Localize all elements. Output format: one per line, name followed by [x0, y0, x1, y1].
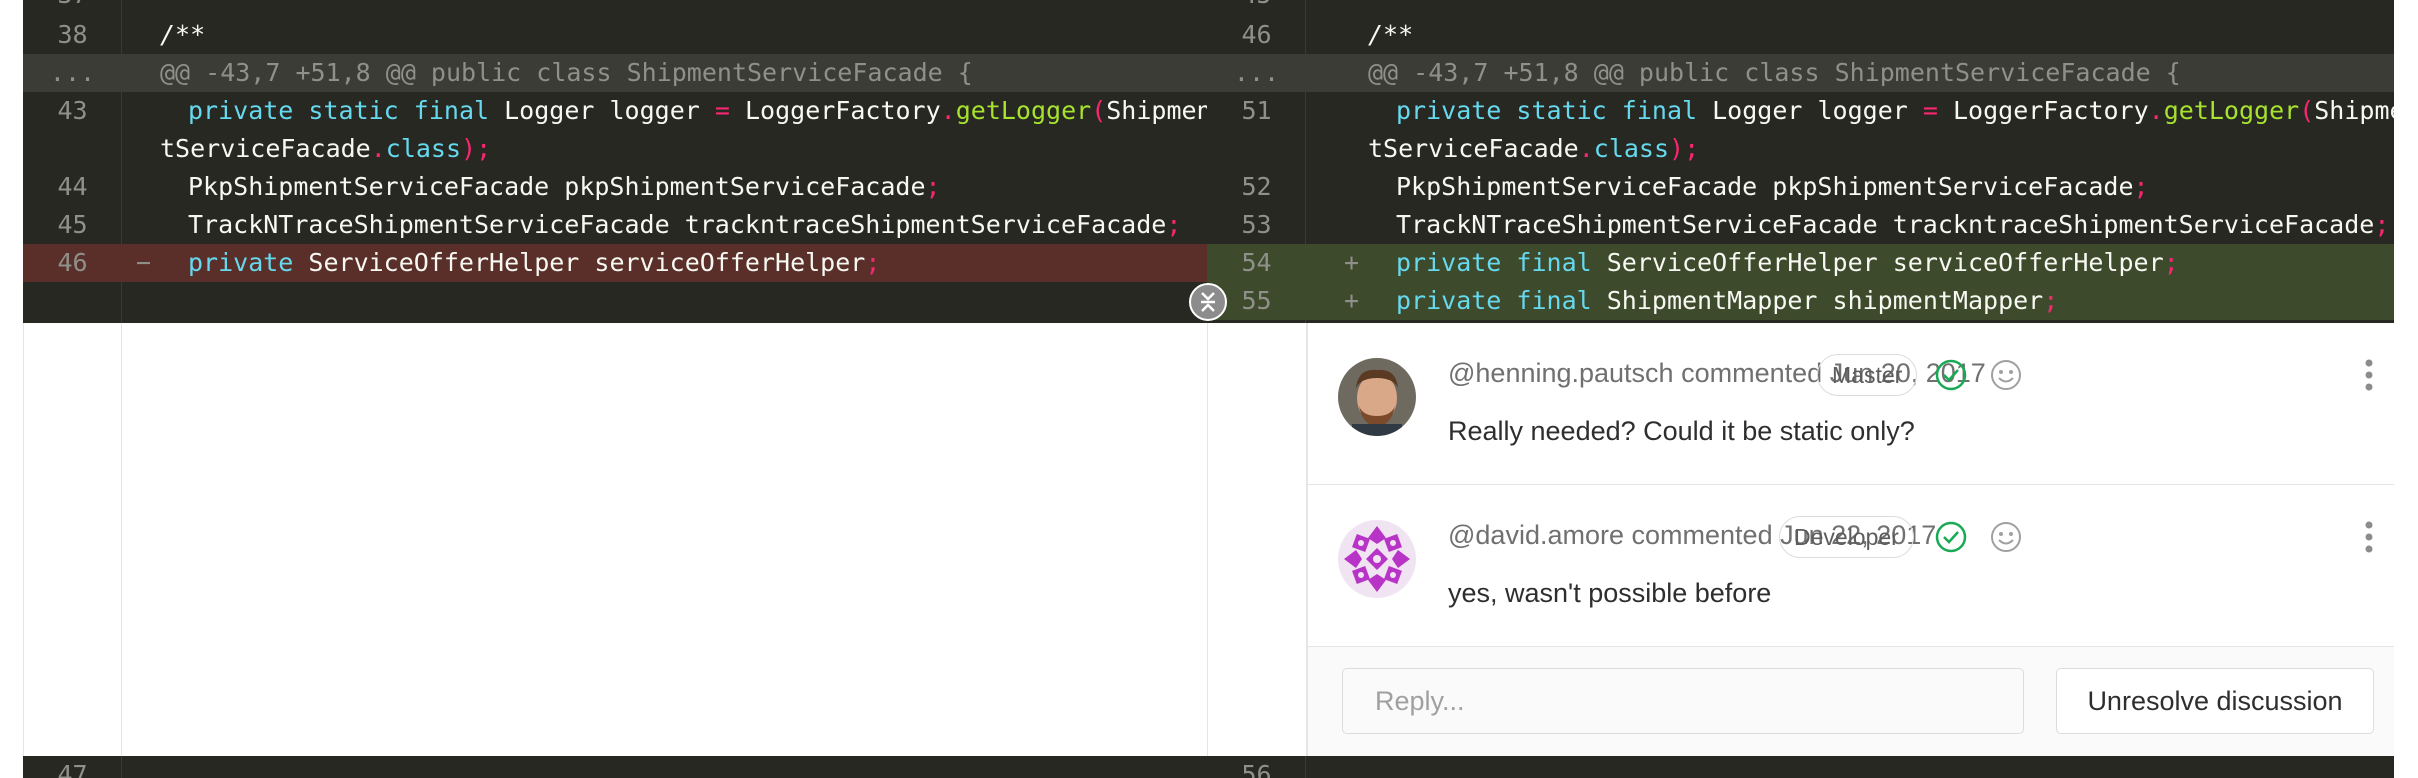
- code-line: private final ShipmentMapper shipmentMap…: [1396, 286, 2059, 315]
- toggle-discussion-button[interactable]: [1189, 283, 1227, 321]
- diff-row: 56: [1207, 756, 2394, 778]
- line-number[interactable]: 52: [1207, 168, 1306, 206]
- emoji-icon[interactable]: [1989, 358, 2023, 392]
- diff-row: 45: [1207, 0, 2394, 14]
- diff-row: 46 /**: [1207, 16, 2394, 54]
- deleted-line: 46 − private ServiceOfferHelper serviceO…: [23, 244, 1207, 282]
- line-number[interactable]: 45: [23, 206, 122, 244]
- line-number[interactable]: 53: [1207, 206, 1306, 244]
- more-actions-icon[interactable]: [2364, 359, 2374, 391]
- diff-row: 37: [23, 0, 1207, 14]
- diff-row: 38 /**: [23, 16, 1207, 54]
- code-line-wrap: tServiceFacade.class);: [160, 134, 492, 163]
- resolved-check-icon[interactable]: [1934, 358, 1968, 392]
- note-author[interactable]: @henning.pautsch: [1448, 358, 1674, 388]
- discussion-thread: @henning.pautsch commented Jun 20, 2017 …: [1307, 323, 2394, 756]
- emoji-icon[interactable]: [1989, 520, 2023, 554]
- code-line: @@ -43,7 +51,8 @@ public class ShipmentS…: [160, 58, 973, 87]
- diff-row: 53 TrackNTraceShipmentServiceFacade trac…: [1207, 206, 2394, 244]
- note-author[interactable]: @david.amore: [1448, 520, 1624, 550]
- line-number[interactable]: 47: [23, 756, 122, 778]
- line-number[interactable]: 56: [1207, 756, 1306, 778]
- code-line: @@ -43,7 +51,8 @@ public class ShipmentS…: [1368, 58, 2181, 87]
- added-line: 55 + private final ShipmentMapper shipme…: [1207, 282, 2394, 320]
- code-line: /**: [1368, 20, 1414, 49]
- plus-sign: +: [1344, 248, 1360, 277]
- note-action: commented: [1681, 358, 1823, 388]
- more-actions-icon[interactable]: [2364, 521, 2374, 553]
- line-number[interactable]: 54: [1207, 244, 1306, 282]
- diff-row: tServiceFacade.class);: [23, 130, 1207, 168]
- diff-row: 47: [23, 756, 1207, 778]
- unresolve-discussion-button[interactable]: Unresolve discussion: [2056, 668, 2374, 734]
- role-badge: Developer: [1779, 516, 1914, 558]
- old-side-empty-area: [23, 323, 1207, 756]
- line-number[interactable]: 44: [23, 168, 122, 206]
- line-number[interactable]: 37: [23, 0, 122, 14]
- line-number[interactable]: ...: [23, 54, 122, 92]
- added-line: 54 + private final ServiceOfferHelper se…: [1207, 244, 2394, 282]
- old-file-pane: 37 38 /** ... @@ -43,7 +51,8 @@ public c…: [23, 0, 1207, 323]
- diff-row: 44 PkpShipmentServiceFacade pkpShipmentS…: [23, 168, 1207, 206]
- discussion-note: @david.amore commented Jun 22, 2017 Deve…: [1308, 485, 2394, 647]
- avatar[interactable]: [1338, 358, 1416, 436]
- code-line: private ServiceOfferHelper serviceOfferH…: [188, 248, 881, 277]
- plus-sign: +: [1344, 286, 1360, 315]
- code-line: TrackNTraceShipmentServiceFacade tracknt…: [188, 210, 1182, 239]
- code-line: private final ServiceOfferHelper service…: [1396, 248, 2179, 277]
- line-number[interactable]: ...: [1207, 54, 1306, 92]
- line-number[interactable]: 51: [1207, 92, 1306, 130]
- diff-match-line: ... @@ -43,7 +51,8 @@ public class Shipm…: [1207, 54, 2394, 92]
- empty-old-line: [23, 282, 1207, 323]
- code-line: PkpShipmentServiceFacade pkpShipmentServ…: [188, 172, 941, 201]
- note-body: Really needed? Could it be static only?: [1448, 416, 1915, 446]
- collapse-icon: [1201, 292, 1215, 312]
- note-action: commented: [1631, 520, 1773, 550]
- role-badge: Master: [1817, 354, 1918, 396]
- line-number[interactable]: 45: [1207, 0, 1306, 14]
- diff-row: 51 private static final Logger logger = …: [1207, 92, 2394, 130]
- diff-match-line: ... @@ -43,7 +51,8 @@ public class Shipm…: [23, 54, 1207, 92]
- new-file-pane: 45 46 /** ... @@ -43,7 +51,8 @@ public c…: [1207, 0, 2394, 323]
- code-line: private static final Logger logger = Log…: [188, 96, 1207, 125]
- line-number[interactable]: 43: [23, 92, 122, 130]
- diff-row: 45 TrackNTraceShipmentServiceFacade trac…: [23, 206, 1207, 244]
- discussion-note: @henning.pautsch commented Jun 20, 2017 …: [1308, 323, 2394, 485]
- reply-input[interactable]: Reply...: [1342, 668, 2024, 734]
- diff-row: tServiceFacade.class);: [1207, 130, 2394, 168]
- line-number[interactable]: 46: [1207, 16, 1306, 54]
- avatar[interactable]: [1338, 520, 1416, 598]
- code-line-wrap: tServiceFacade.class);: [1368, 134, 1700, 163]
- note-body: yes, wasn't possible before: [1448, 578, 1772, 608]
- line-number[interactable]: 38: [23, 16, 122, 54]
- diff-row: 43 private static final Logger logger = …: [23, 92, 1207, 130]
- line-number[interactable]: 46: [23, 244, 122, 282]
- minus-sign: −: [136, 248, 152, 277]
- diff-row: 52 PkpShipmentServiceFacade pkpShipmentS…: [1207, 168, 2394, 206]
- parallel-diff-view: 37 38 /** ... @@ -43,7 +51,8 @@ public c…: [23, 0, 2394, 778]
- code-line: private static final Logger logger = Log…: [1396, 96, 2394, 125]
- code-line: TrackNTraceShipmentServiceFacade tracknt…: [1396, 210, 2390, 239]
- old-file-pane-bottom: 47: [23, 756, 1207, 778]
- code-line: PkpShipmentServiceFacade pkpShipmentServ…: [1396, 172, 2149, 201]
- new-file-pane-bottom: 56: [1207, 756, 2394, 778]
- resolved-check-icon[interactable]: [1934, 520, 1968, 554]
- code-line: /**: [160, 20, 206, 49]
